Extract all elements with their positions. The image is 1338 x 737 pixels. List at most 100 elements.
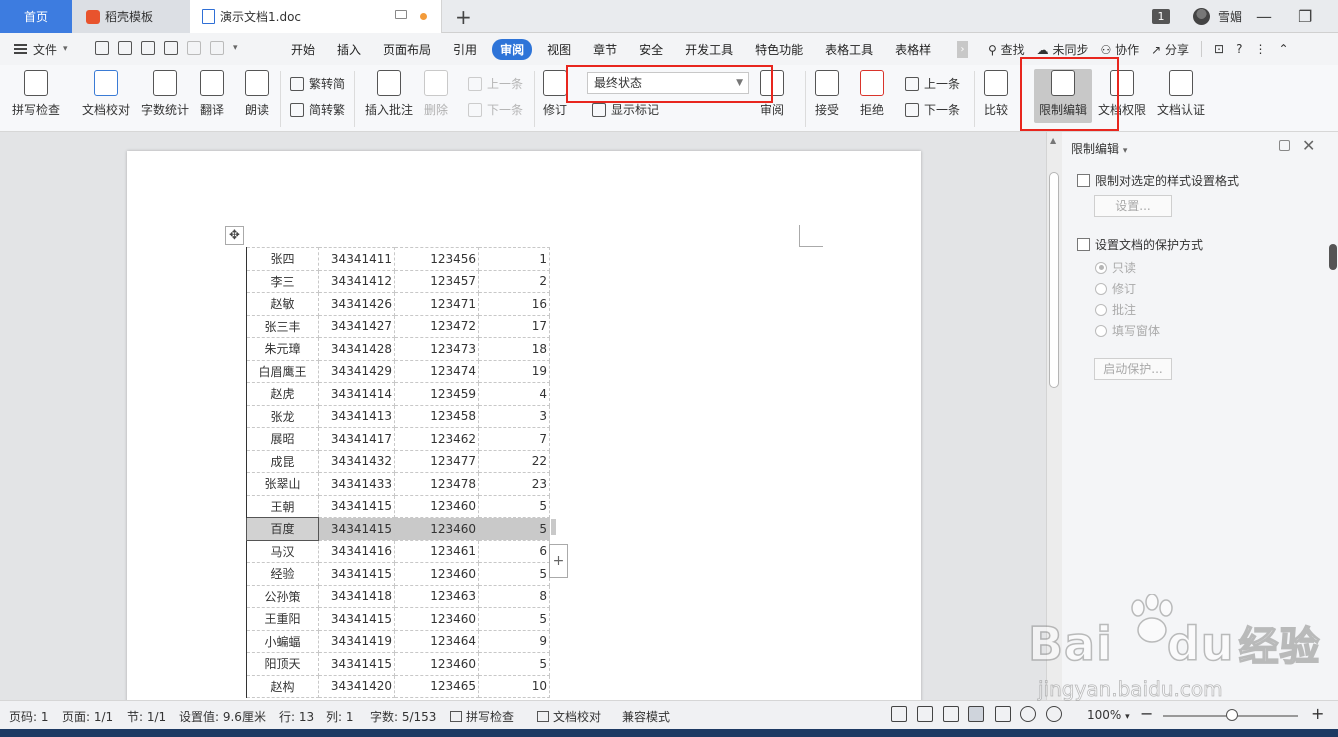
table-cell[interactable]: 4 xyxy=(478,382,550,406)
menu-tab-security[interactable]: 安全 xyxy=(628,41,674,58)
table-cell[interactable]: 34341420 xyxy=(318,674,395,698)
table-cell[interactable]: 22 xyxy=(478,449,550,473)
collab-button[interactable]: ⚇ 协作 xyxy=(1100,41,1139,58)
menu-tab-insert[interactable]: 插入 xyxy=(326,41,372,58)
trad-to-simp-button[interactable]: 繁转简 xyxy=(290,75,345,92)
table-cell[interactable]: 123460 xyxy=(394,517,479,541)
read-aloud-button[interactable]: 朗读 xyxy=(245,70,269,118)
minimize-icon[interactable]: — xyxy=(1256,7,1272,26)
status-page-number[interactable]: 页码: 1 xyxy=(9,708,49,725)
radio-readonly[interactable]: 只读 xyxy=(1095,259,1136,276)
table-row[interactable]: 张三丰 34341427 123472 17 xyxy=(246,314,550,338)
table-cell[interactable]: 9 xyxy=(478,629,550,653)
add-row-plus-icon[interactable]: + xyxy=(549,544,568,578)
table-cell[interactable]: 16 xyxy=(478,292,550,316)
table-cell[interactable]: 17 xyxy=(478,314,550,338)
table-cell[interactable]: 123477 xyxy=(394,449,479,473)
tab-home[interactable]: 首页 xyxy=(0,0,72,33)
table-cell[interactable]: 123462 xyxy=(394,427,479,451)
spell-check-button[interactable]: 拼写检查 xyxy=(12,70,60,118)
table-cell[interactable]: 123461 xyxy=(394,539,479,563)
start-protection-button[interactable]: 启动保护... xyxy=(1094,358,1172,380)
simp-to-trad-button[interactable]: 简转繁 xyxy=(290,101,345,118)
customize-chevron-icon[interactable]: ▾ xyxy=(233,43,238,53)
limit-format-checkbox[interactable]: 限制对选定的样式设置格式 xyxy=(1077,172,1239,189)
collapse-ribbon-icon[interactable]: ⌃ xyxy=(1278,42,1288,56)
table-cell[interactable]: 马汉 xyxy=(246,539,319,563)
status-spell-check[interactable]: 拼写检查 xyxy=(450,708,514,725)
sync-button[interactable]: ☁ 未同步 xyxy=(1037,41,1089,58)
menu-tab-reference[interactable]: 引用 xyxy=(442,41,488,58)
table-cell[interactable]: 34341412 xyxy=(318,269,395,293)
next-comment-button[interactable]: 下一条 xyxy=(468,101,523,118)
table-cell[interactable]: 123463 xyxy=(394,584,479,608)
user-account[interactable]: 雪媚 xyxy=(1193,0,1242,33)
menu-tab-layout[interactable]: 页面布局 xyxy=(372,41,442,58)
table-cell[interactable]: 123471 xyxy=(394,292,479,316)
export-pdf-icon[interactable] xyxy=(118,41,132,55)
print-icon[interactable] xyxy=(141,41,155,55)
fullscreen-icon[interactable] xyxy=(891,706,907,722)
delete-comment-button[interactable]: 删除 xyxy=(424,70,448,118)
table-cell[interactable]: 李三 xyxy=(246,269,319,293)
table-cell[interactable]: 123456 xyxy=(394,247,479,271)
table-cell[interactable]: 8 xyxy=(478,584,550,608)
table-cell[interactable]: 10 xyxy=(478,674,550,698)
prev-change-button[interactable]: 上一条 xyxy=(905,75,960,92)
protection-mode-checkbox[interactable]: 设置文档的保护方式 xyxy=(1077,236,1203,253)
table-row[interactable]: 赵构 34341420 123465 10 xyxy=(246,674,550,698)
table-cell[interactable]: 123465 xyxy=(394,674,479,698)
table-cell[interactable]: 34341427 xyxy=(318,314,395,338)
insert-comment-button[interactable]: 插入批注 xyxy=(365,70,413,118)
table-cell[interactable]: 5 xyxy=(478,652,550,676)
menu-tab-chapter[interactable]: 章节 xyxy=(582,41,628,58)
table-cell[interactable]: 34341419 xyxy=(318,629,395,653)
table-cell[interactable]: 18 xyxy=(478,337,550,361)
table-cell[interactable]: 34341415 xyxy=(318,607,395,631)
prev-comment-button[interactable]: 上一条 xyxy=(468,75,523,92)
menu-tab-table-tools[interactable]: 表格工具 xyxy=(814,41,884,58)
table-cell[interactable]: 5 xyxy=(478,607,550,631)
table-cell[interactable]: 34341415 xyxy=(318,562,395,586)
search-button[interactable]: ⚲ 查找 xyxy=(988,41,1025,58)
table-cell[interactable]: 123460 xyxy=(394,494,479,518)
document-scroll-thumb[interactable] xyxy=(1049,172,1059,388)
maximize-icon[interactable]: ❐ xyxy=(1298,7,1312,26)
table-cell[interactable]: 5 xyxy=(478,562,550,586)
table-cell[interactable]: 34341411 xyxy=(318,247,395,271)
table-row[interactable]: 白眉鹰王 34341429 123474 19 xyxy=(246,359,550,383)
table-cell[interactable]: 123459 xyxy=(394,382,479,406)
scroll-up-icon[interactable]: ▲ xyxy=(1050,136,1056,145)
table-row[interactable]: 经验 34341415 123460 5 xyxy=(246,562,550,586)
table-cell[interactable]: 阳顶天 xyxy=(246,652,319,676)
table-cell[interactable]: 2 xyxy=(478,269,550,293)
table-row[interactable]: 百度 34341415 123460 5 xyxy=(246,517,550,541)
more-icon[interactable]: ⋮ xyxy=(1254,42,1266,56)
status-word-count[interactable]: 字数: 5/153 xyxy=(370,708,436,725)
table-cell[interactable]: 23 xyxy=(478,472,550,496)
table-row[interactable]: 王朝 34341415 123460 5 xyxy=(246,494,550,518)
table-cell[interactable]: 张翠山 xyxy=(246,472,319,496)
window-count-badge[interactable]: 1 xyxy=(1152,0,1170,33)
share-button[interactable]: ↗ 分享 xyxy=(1151,41,1189,58)
word-count-button[interactable]: 字数统计 xyxy=(141,70,189,118)
reject-button[interactable]: 拒绝 xyxy=(860,70,884,118)
edit-pen-icon[interactable] xyxy=(943,706,959,722)
menu-tab-developer[interactable]: 开发工具 xyxy=(674,41,744,58)
table-cell[interactable]: 6 xyxy=(478,539,550,563)
menu-tab-review[interactable]: 审阅 xyxy=(492,38,533,60)
table-row[interactable]: 公孙策 34341418 123463 8 xyxy=(246,584,550,608)
table-cell[interactable]: 34341428 xyxy=(318,337,395,361)
table-cell[interactable]: 34341415 xyxy=(318,517,395,541)
menu-scroll-right-icon[interactable]: › xyxy=(957,41,968,58)
next-change-button[interactable]: 下一条 xyxy=(905,101,960,118)
table-cell[interactable]: 王朝 xyxy=(246,494,319,518)
table-cell[interactable]: 展昭 xyxy=(246,427,319,451)
menu-tab-table-style[interactable]: 表格样 xyxy=(884,41,942,58)
pin-lock-icon[interactable] xyxy=(1279,140,1290,151)
radio-revision[interactable]: 修订 xyxy=(1095,280,1136,297)
table-cell[interactable]: 34341429 xyxy=(318,359,395,383)
print-preview-icon[interactable] xyxy=(164,41,178,55)
table-cell[interactable]: 123460 xyxy=(394,607,479,631)
table-cell[interactable]: 朱元璋 xyxy=(246,337,319,361)
